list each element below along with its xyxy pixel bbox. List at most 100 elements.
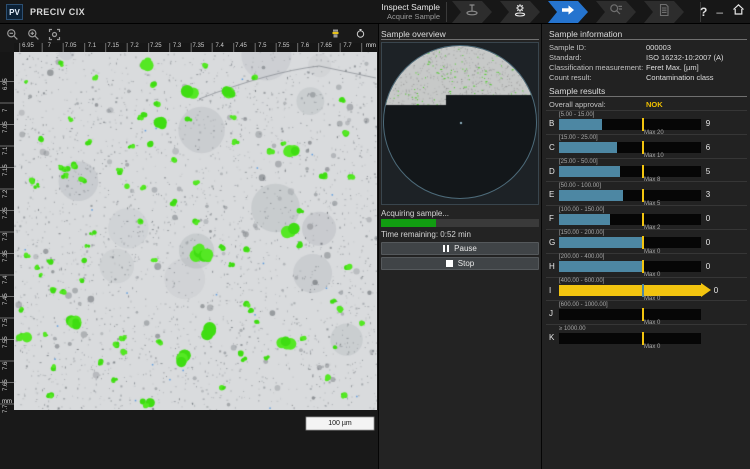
h-ruler-tick: 7.6 (301, 43, 309, 49)
live-image-area[interactable]: 100 µm (14, 52, 377, 410)
titlebar-buttons: ? – (700, 0, 745, 24)
h-ruler-tick: 7.4 (216, 43, 224, 49)
h-ruler-tick: 7.35 (193, 43, 205, 49)
v-ruler-tick: 7.2 (3, 189, 9, 197)
objective-icon (331, 25, 340, 43)
h-ruler-tick: 7.55 (278, 43, 290, 49)
class-letter: I (549, 286, 551, 295)
h-ruler-tick: 7.45 (235, 43, 247, 49)
acquiring-label: Acquiring sample... (381, 209, 449, 218)
load-sample-step[interactable] (452, 1, 492, 23)
class-bar-fill (559, 142, 617, 153)
pause-button[interactable]: Pause (381, 242, 539, 255)
class-range-label: [50.00 - 100.00] (559, 183, 601, 189)
class-bar-track (559, 237, 701, 248)
overall-approval-value: NOK (646, 100, 663, 109)
h-ruler-tick: 7.2 (130, 43, 138, 49)
v-ruler-tick: 7.4 (3, 275, 9, 283)
fit-to-view-icon[interactable] (47, 27, 62, 42)
overview-canvas (384, 46, 537, 199)
stop-button-label: Stop (458, 259, 474, 268)
class-bar-track (559, 190, 701, 201)
class-bar-track (559, 261, 701, 272)
class-bar-fill (559, 119, 602, 130)
acquire-settings-step[interactable] (500, 1, 540, 23)
class-bar-fill (559, 166, 620, 177)
class-max-label: Max 0 (644, 344, 660, 350)
class-max-marker (642, 236, 644, 249)
stop-icon (446, 260, 453, 267)
sample-results-title: Sample results (549, 86, 605, 96)
toolbar-separator (446, 2, 447, 22)
gear-sample-icon (513, 3, 527, 22)
class-letter: B (549, 119, 554, 128)
sample-results-panel: Sample information Sample ID: 000003 Sta… (541, 24, 750, 469)
zoom-out-icon[interactable] (5, 27, 20, 42)
inspect-magnifier-icon (609, 3, 623, 22)
info-label: Standard: (549, 53, 582, 62)
zoom-in-icon[interactable] (26, 27, 41, 42)
report-step[interactable] (644, 1, 684, 23)
class-max-marker (642, 308, 644, 321)
pause-button-label: Pause (454, 244, 477, 253)
h-ruler-tick: 7.15 (107, 43, 119, 49)
class-max-marker (642, 118, 644, 131)
class-max-marker (642, 260, 644, 273)
divider (549, 39, 747, 40)
class-row: [25.00 - 50.00] D Max 8 5 (546, 158, 747, 182)
h-ruler-tick: 7.5 (258, 43, 266, 49)
horizontal-ruler: 6.9577.057.17.157.27.257.37.357.47.457.5… (14, 43, 377, 52)
info-row: Sample ID: 000003 (549, 43, 747, 52)
home-button[interactable] (732, 3, 745, 21)
class-row: ≥ 1000.00 K Max 0 (546, 324, 747, 348)
stop-button[interactable]: Stop (381, 257, 539, 270)
class-count: 9 (698, 119, 718, 128)
inspect-results-step[interactable] (596, 1, 636, 23)
v-ruler-tick: 7.35 (3, 250, 9, 262)
progress-fill (381, 219, 436, 227)
class-count: 6 (698, 143, 718, 152)
acquire-run-step[interactable] (548, 1, 588, 23)
class-count: 0 (706, 286, 726, 295)
h-ruler-tick: 7 (48, 43, 51, 49)
class-letter: C (549, 143, 555, 152)
class-row: [15.00 - 25.00] C Max 10 6 (546, 134, 747, 158)
h-ruler-tick: 7.05 (65, 43, 77, 49)
class-bar-fill (559, 285, 701, 296)
v-ruler-tick: 7.65 (3, 379, 9, 391)
h-ruler-unit: mm (366, 43, 376, 49)
v-ruler-tick: 7.1 (3, 146, 9, 154)
sample-overview-panel: Sample overview Acquiring sample... Time… (378, 24, 541, 469)
divider (381, 39, 539, 40)
overall-approval-row: Overall approval: NOK (549, 100, 747, 109)
class-bar-track (559, 285, 701, 296)
class-count: 0 (698, 262, 718, 271)
class-count: 0 (698, 238, 718, 247)
class-range-label: [25.00 - 50.00] (559, 159, 598, 165)
v-ruler-unit: mm (2, 399, 12, 405)
class-bar-track (559, 119, 701, 130)
workflow-step-subtitle: Acquire Sample (340, 13, 440, 22)
h-ruler-tick: 7.7 (343, 43, 351, 49)
class-bar-fill (559, 190, 623, 201)
class-max-marker (642, 165, 644, 178)
v-ruler-tick: 7.55 (3, 336, 9, 348)
info-value: Contamination class (646, 73, 714, 82)
app-logo: PV (6, 4, 23, 20)
class-row: [600.00 - 1000.00] J Max 0 (546, 300, 747, 324)
pause-icon (443, 245, 449, 252)
class-count: 0 (698, 214, 718, 223)
class-row: [100.00 - 150.00] F Max 2 0 (546, 205, 747, 229)
v-ruler-tick: 7.6 (3, 361, 9, 369)
class-count: 5 (698, 167, 718, 176)
minimize-button[interactable]: – (716, 9, 723, 15)
overall-approval-label: Overall approval: (549, 100, 606, 109)
viewer-toolbar (5, 27, 62, 42)
info-value: 000003 (646, 43, 671, 52)
help-button[interactable]: ? (700, 5, 707, 19)
sample-circle (383, 45, 537, 199)
sample-overview-map[interactable] (381, 42, 539, 205)
class-max-marker (642, 141, 644, 154)
info-value: Feret Max. [µm] (646, 63, 699, 72)
class-max-marker (642, 213, 644, 226)
